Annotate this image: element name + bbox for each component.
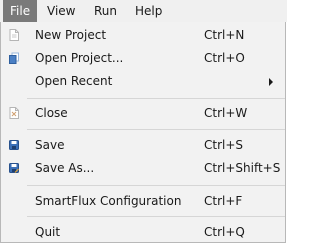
menu-item-save-as[interactable]: Save As... Ctrl+Shift+S [1, 157, 285, 179]
shortcut-label: Ctrl+Q [204, 225, 245, 239]
menu-item-quit[interactable]: Quit Ctrl+Q [1, 221, 285, 243]
menu-item-open-recent[interactable]: Open Recent [1, 70, 285, 92]
shortcut-label: Ctrl+W [204, 106, 248, 120]
open-folder-icon [9, 52, 19, 64]
menu-separator [27, 185, 285, 186]
shortcut-label: Ctrl+N [204, 28, 245, 42]
menu-separator [27, 216, 285, 217]
menu-item-smartflux-configuration[interactable]: SmartFlux Configuration Ctrl+F [1, 190, 285, 212]
menu-separator [27, 129, 285, 130]
close-file-icon [9, 107, 19, 119]
menu-item-new-project[interactable]: New Project Ctrl+N [1, 24, 285, 46]
file-menu-dropdown: New Project Ctrl+N Open Project... Ctrl+… [0, 22, 286, 243]
save-icon [9, 139, 19, 151]
menu-item-label: Open Recent [35, 74, 113, 88]
menu-item-open-project[interactable]: Open Project... Ctrl+O [1, 47, 285, 69]
menu-help[interactable]: Help [135, 0, 162, 22]
save-as-icon [9, 162, 19, 174]
menu-separator [27, 98, 285, 99]
menu-item-label: Save [35, 138, 65, 152]
menu-item-save[interactable]: Save Ctrl+S [1, 134, 285, 156]
menu-item-label: Open Project... [35, 51, 124, 65]
shortcut-label: Ctrl+F [204, 194, 243, 208]
menu-file[interactable]: File [3, 0, 38, 22]
menu-item-label: New Project [35, 28, 107, 42]
new-file-icon [9, 29, 19, 41]
menu-item-label: Save As... [35, 161, 95, 175]
shortcut-label: Ctrl+Shift+S [204, 161, 281, 175]
shortcut-label: Ctrl+O [204, 51, 245, 65]
submenu-arrow-icon [269, 78, 273, 86]
menu-run[interactable]: Run [94, 0, 117, 22]
menu-view[interactable]: View [47, 0, 75, 22]
shortcut-label: Ctrl+S [204, 138, 244, 152]
menu-bar: File View Run Help [0, 0, 287, 22]
menu-item-label: Close [35, 106, 68, 120]
menu-item-label: Quit [35, 225, 61, 239]
menu-item-close[interactable]: Close Ctrl+W [1, 102, 285, 124]
menu-item-label: SmartFlux Configuration [35, 194, 182, 208]
